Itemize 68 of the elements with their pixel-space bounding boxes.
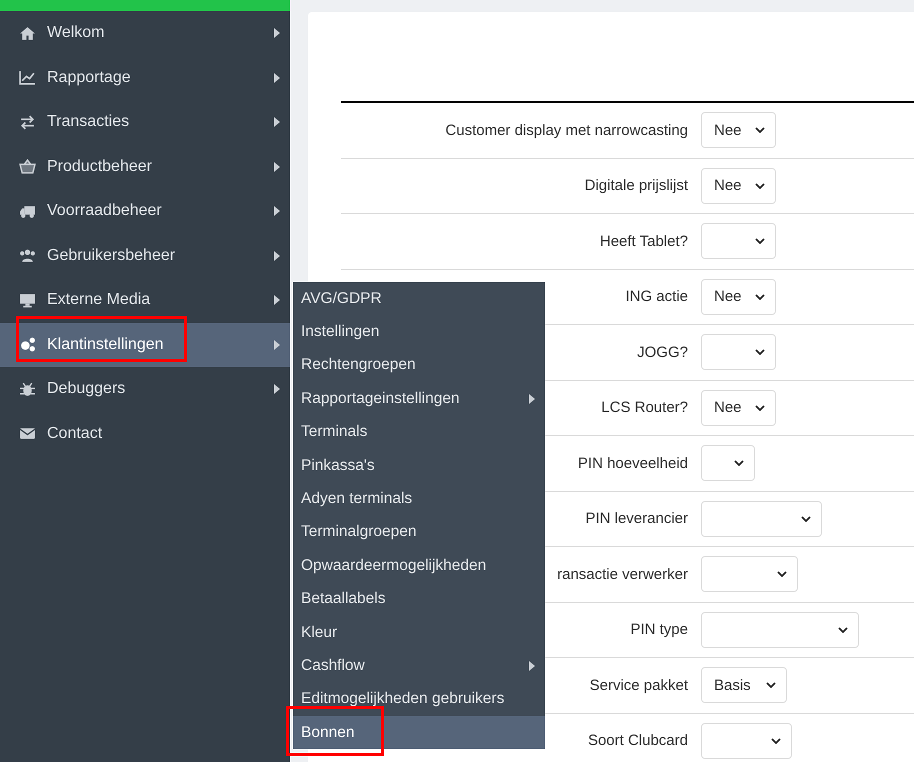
sidebar-item[interactable]: Welkom: [0, 11, 290, 56]
sidebar-item[interactable]: Rapportage: [0, 56, 290, 100]
select-field[interactable]: [701, 722, 792, 759]
select-field[interactable]: [701, 223, 776, 260]
field-label: Digitale prijslijst: [584, 177, 688, 194]
select-field[interactable]: Nee: [701, 278, 776, 315]
submenu-item[interactable]: Terminals: [293, 416, 545, 449]
submenu-item[interactable]: Opwaardeermogelijkheden: [293, 549, 545, 583]
chevron-down-icon: [777, 571, 787, 578]
select-field[interactable]: Nee: [701, 168, 776, 204]
field-label: PIN type: [630, 621, 688, 638]
select-field[interactable]: [701, 500, 822, 537]
chevron-down-icon: [755, 349, 765, 356]
field-label: Heeft Tablet?: [600, 232, 688, 250]
chevron-down-icon: [801, 516, 811, 522]
field-label: PIN hoeveelheid: [578, 454, 688, 472]
chevron-down-icon: [771, 738, 781, 744]
field-label: ING actie: [625, 288, 688, 306]
sidebar-item[interactable]: Klantinstellingen: [0, 322, 290, 367]
sidebar-item[interactable]: Contact: [0, 412, 290, 456]
select-field[interactable]: Basis: [701, 667, 787, 704]
chevron-down-icon: [755, 404, 765, 411]
field-label: ransactie verwerker: [557, 566, 688, 583]
chevron-down-icon: [838, 626, 848, 633]
gears-icon: [19, 336, 36, 354]
bug-icon: [19, 380, 36, 398]
sidebar-item[interactable]: Productbeheer: [0, 144, 290, 189]
sidebar-item[interactable]: Voorraadbeheer: [0, 189, 290, 234]
field-label: Service pakket: [590, 676, 688, 694]
sidebar-item[interactable]: Debuggers: [0, 367, 290, 412]
select-field[interactable]: Nee: [701, 112, 776, 148]
field-label: PIN leverancier: [585, 510, 688, 528]
monitor-icon: [19, 292, 36, 309]
chevron-down-icon: [734, 460, 744, 466]
field-label: Soort Clubcard: [588, 732, 688, 750]
submenu-item[interactable]: Adyen terminals: [293, 482, 545, 516]
chevron-down-icon: [755, 127, 765, 134]
select-field[interactable]: [701, 445, 755, 482]
select-field[interactable]: [701, 612, 859, 648]
exchange-icon: [19, 114, 36, 131]
submenu-item[interactable]: Rechtengroepen: [293, 348, 545, 382]
sidebar-item[interactable]: Transacties: [0, 100, 290, 144]
chevron-down-icon: [766, 682, 776, 688]
submenu-item[interactable]: Cashflow: [293, 649, 545, 683]
submenu-item[interactable]: Instellingen: [293, 315, 545, 349]
select-field[interactable]: [701, 334, 776, 370]
select-field[interactable]: Nee: [701, 390, 776, 426]
chevron-down-icon: [755, 182, 765, 189]
field-label: LCS Router?: [601, 399, 688, 416]
submenu-item[interactable]: Pinkassa's: [293, 448, 545, 482]
sidebar-item[interactable]: Externe Media: [0, 278, 290, 322]
submenu-item[interactable]: Kleur: [293, 616, 545, 650]
chevron-down-icon: [755, 294, 765, 300]
users-icon: [19, 247, 36, 264]
submenu-item[interactable]: Betaallabels: [293, 582, 545, 616]
field-label: Customer display met narrowcasting: [445, 122, 688, 139]
chart-icon: [19, 69, 36, 86]
submenu-item[interactable]: Terminalgroepen: [293, 516, 545, 550]
submenu-item[interactable]: Rapportageinstellingen: [293, 382, 545, 416]
select-field[interactable]: [701, 556, 798, 592]
submenu-item[interactable]: AVG/GDPR: [293, 282, 545, 316]
home-icon: [19, 24, 36, 42]
field-label: JOGG?: [637, 344, 688, 361]
basket-icon: [19, 158, 36, 176]
sidebar-item[interactable]: Gebruikersbeheer: [0, 234, 290, 278]
submenu-item[interactable]: Bonnen: [293, 716, 545, 750]
chevron-down-icon: [755, 238, 765, 244]
submenu-item[interactable]: Editmogelijkheden gebruikers: [293, 682, 545, 716]
